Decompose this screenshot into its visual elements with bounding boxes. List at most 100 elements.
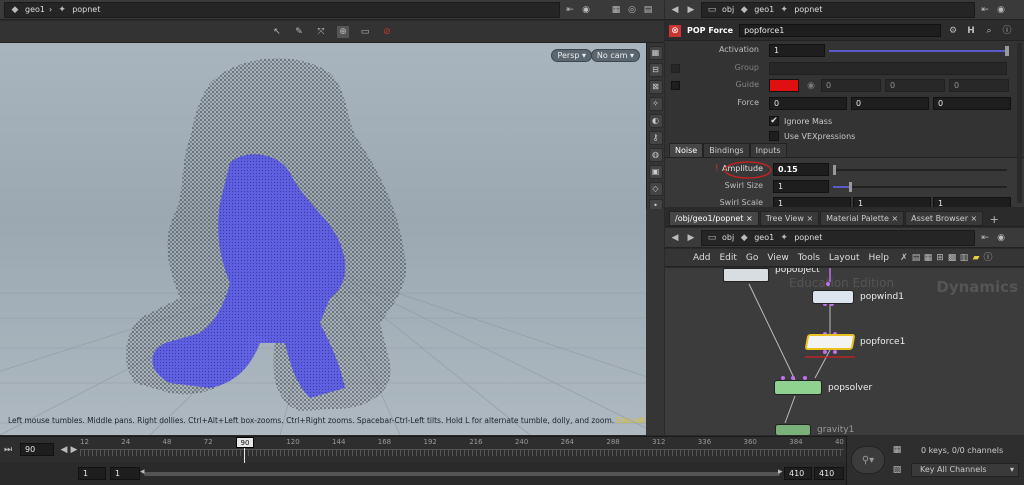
popsolver-node-box[interactable] — [774, 380, 822, 395]
menu-go[interactable]: Go — [746, 253, 758, 263]
use-vex-checkbox[interactable] — [769, 131, 779, 141]
sticky-note-icon[interactable]: ▰ — [970, 252, 982, 264]
color-picker-icon[interactable]: ◉ — [805, 80, 817, 92]
gear-icon[interactable]: ⚙ — [947, 25, 959, 37]
shading-icon[interactable]: ▣ — [648, 165, 663, 179]
close-icon[interactable]: × — [806, 214, 813, 223]
display-options-icon[interactable]: ▦ — [610, 4, 622, 16]
node-popobject[interactable]: popobject — [723, 268, 820, 282]
swirl-size-slider[interactable] — [833, 186, 1007, 188]
close-icon[interactable]: × — [746, 214, 753, 223]
add-tab-icon[interactable]: + — [988, 214, 1000, 226]
amplitude-field[interactable]: 0.15 — [773, 163, 829, 176]
breadcrumb-geo[interactable]: geo1 — [754, 5, 774, 14]
group-field[interactable] — [769, 62, 1007, 75]
view-options-icon[interactable]: ▦ — [648, 46, 663, 60]
forward-arrow-icon[interactable]: ▶ — [685, 4, 697, 16]
close-icon[interactable]: × — [891, 214, 898, 223]
guide-r-field[interactable]: 0 — [821, 79, 881, 92]
gravity1-node-box[interactable] — [775, 424, 811, 435]
auto-key-icon[interactable]: ▧ — [891, 464, 903, 476]
brush-tool-icon[interactable]: ✎ — [293, 26, 305, 38]
back-arrow-icon[interactable]: ◀ — [669, 4, 681, 16]
playback-menu-icon[interactable]: ⏭ — [2, 444, 14, 456]
select-tool-icon[interactable]: ↖ — [271, 26, 283, 38]
link-icon[interactable]: ◉ — [580, 4, 592, 16]
audio-key-icon[interactable]: ⚲▾ — [851, 446, 885, 474]
amplitude-slider-handle[interactable] — [833, 165, 836, 175]
breadcrumb-popnet[interactable]: popnet — [72, 5, 100, 14]
tab-bindings[interactable]: Bindings — [703, 143, 750, 158]
node-popwind1[interactable]: popwind1 — [812, 290, 904, 304]
pin-icon[interactable]: ⇤ — [564, 4, 576, 16]
guide-b-field[interactable]: 0 — [949, 79, 1009, 92]
breadcrumb-obj[interactable]: obj — [722, 233, 734, 242]
node-gravity1[interactable]: gravity1 — [775, 424, 854, 435]
popwind1-node-box[interactable] — [812, 290, 854, 304]
tab-noise[interactable]: Noise — [669, 143, 704, 158]
info-icon[interactable]: ⓘ — [1001, 25, 1013, 37]
start-frame-field[interactable]: 1 — [78, 467, 106, 480]
viewport-canvas[interactable]: Persp ▾ No cam ▾ Left mouse tumbles. Mid… — [0, 43, 646, 435]
guide-toggle[interactable] — [671, 81, 680, 90]
tab-material-palette[interactable]: Material Palette × — [820, 211, 905, 226]
force-z-field[interactable]: 0 — [933, 97, 1011, 110]
wrench-icon[interactable]: ✗ — [898, 252, 910, 264]
param-scrollbar[interactable] — [1017, 43, 1022, 203]
network-breadcrumb[interactable]: ▭ obj ◆ geo1 ✦ popnet — [701, 229, 975, 246]
breadcrumb-popnet[interactable]: popnet — [794, 233, 822, 242]
layout-icon[interactable]: ▥ — [958, 252, 970, 264]
swirl-size-field[interactable]: 1 — [773, 180, 829, 193]
current-frame-field[interactable]: 90 — [20, 443, 54, 456]
record-icon[interactable]: ⊘ — [381, 26, 393, 38]
display-toggle-icon[interactable]: ◎ — [626, 4, 638, 16]
force-y-field[interactable]: 0 — [851, 97, 929, 110]
force-x-field[interactable]: 0 — [769, 97, 847, 110]
group-toggle[interactable] — [671, 64, 680, 73]
menu-view[interactable]: View — [767, 253, 788, 263]
breadcrumb-geo[interactable]: geo1 — [754, 233, 774, 242]
palette-icon[interactable]: ▩ — [946, 252, 958, 264]
transform-tool-icon[interactable]: ⤧ — [315, 26, 327, 38]
key-channels-icon[interactable]: ▦ — [891, 444, 903, 456]
table-icon[interactable]: ▦ — [922, 252, 934, 264]
snap-icon[interactable]: ⊕ — [337, 25, 349, 38]
tab-popnet-network[interactable]: /obj/geo1/popnet × — [669, 211, 759, 226]
tab-tree-view[interactable]: Tree View × — [759, 211, 820, 226]
pin-icon[interactable]: ⇤ — [979, 4, 991, 16]
menu-edit[interactable]: Edit — [719, 253, 736, 263]
breadcrumb-obj[interactable]: obj — [722, 5, 734, 14]
help-icon[interactable]: H — [965, 25, 977, 37]
range-end-field[interactable]: 410 — [784, 467, 812, 480]
viewport-breadcrumb[interactable]: ◆ geo1 › ✦ popnet — [4, 1, 560, 18]
lock-icon[interactable]: ⊠ — [648, 80, 663, 94]
params-breadcrumb[interactable]: ▭ obj ◆ geo1 ✦ popnet — [701, 1, 975, 18]
menu-tools[interactable]: Tools — [798, 253, 820, 263]
key-icon[interactable]: ⚷ — [648, 131, 663, 145]
activation-slider-handle[interactable] — [1005, 46, 1009, 56]
ghost-icon[interactable]: ⊟ — [648, 63, 663, 77]
camera-button[interactable]: No cam ▾ — [590, 49, 640, 62]
guide-g-field[interactable]: 0 — [885, 79, 945, 92]
breadcrumb-popnet[interactable]: popnet — [794, 5, 822, 14]
timeline-ruler[interactable]: 12 24 48 72 96 120 144 168 192 216 240 2… — [80, 437, 844, 463]
light-icon[interactable]: ✧ — [648, 97, 663, 111]
amplitude-slider[interactable] — [833, 169, 1007, 171]
swirl-scale-y-field[interactable]: 1 — [853, 197, 931, 207]
link-icon[interactable]: ◉ — [995, 4, 1007, 16]
tab-inputs[interactable]: Inputs — [749, 143, 787, 158]
swirl-scale-x-field[interactable]: 1 — [773, 197, 851, 207]
popforce1-node-box[interactable] — [804, 334, 856, 350]
menu-help[interactable]: Help — [869, 253, 890, 263]
list-icon[interactable]: ▤ — [910, 252, 922, 264]
forward-arrow-icon[interactable]: ▶ — [685, 232, 697, 244]
breadcrumb-geo[interactable]: geo1 — [25, 5, 45, 14]
node-popsolver[interactable]: popsolver — [774, 380, 872, 395]
activation-field[interactable]: 1 — [769, 44, 825, 57]
menu-add[interactable]: Add — [693, 253, 710, 263]
camera-view-icon[interactable]: ◍ — [648, 148, 663, 162]
end-frame-field[interactable]: 410 — [814, 467, 844, 480]
range-slider-end-handle[interactable]: ▸ — [778, 467, 783, 477]
swirl-scale-z-field[interactable]: 1 — [933, 197, 1011, 207]
camera-icon[interactable]: ▭ — [359, 26, 371, 38]
